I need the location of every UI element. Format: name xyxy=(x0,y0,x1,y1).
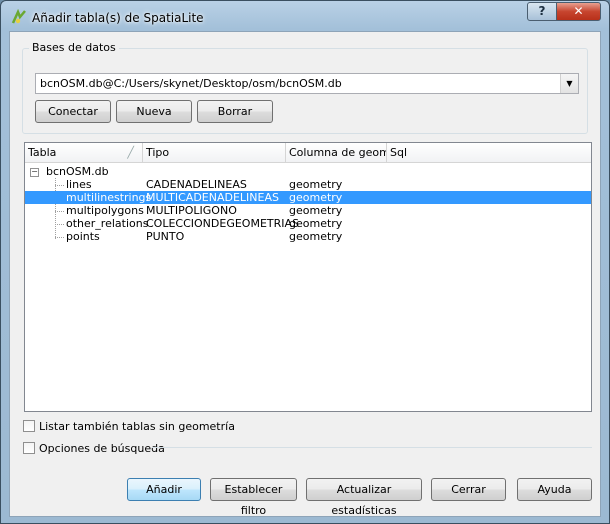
tree-header: Tabla ╱ Tipo Columna de geome Sql xyxy=(25,143,591,163)
table-type: COLECCIONDEGEOMETRIAS xyxy=(146,217,300,230)
table-type: MULTICADENADELINEAS xyxy=(146,191,279,204)
table-geometry-column: geometry xyxy=(289,230,343,243)
table-geometry-column: geometry xyxy=(289,217,343,230)
qgis-icon xyxy=(11,9,26,24)
add-button[interactable]: Añadir xyxy=(127,478,201,501)
table-row[interactable]: multipolygons MULTIPOLIGONO geometry xyxy=(25,204,591,217)
tables-tree[interactable]: Tabla ╱ Tipo Columna de geome Sql − bcnO… xyxy=(24,142,592,412)
table-name: lines xyxy=(66,178,92,191)
sort-indicator-icon: ╱ xyxy=(127,146,134,159)
list-without-geometry-checkbox[interactable] xyxy=(23,420,35,432)
window-title: Añadir tabla(s) de SpatiaLite xyxy=(32,11,204,25)
dialog-window: Añadir tabla(s) de SpatiaLite ? ✕ Bases … xyxy=(0,0,610,524)
chevron-down-icon[interactable]: ▼ xyxy=(560,74,578,93)
help-title-button[interactable]: ? xyxy=(527,2,557,21)
table-type: PUNTO xyxy=(146,230,185,243)
table-name: points xyxy=(66,230,100,243)
table-type: MULTIPOLIGONO xyxy=(146,204,237,217)
column-header-geometry[interactable]: Columna de geome xyxy=(286,143,387,162)
search-options-divider xyxy=(152,447,592,448)
connect-button[interactable]: Conectar xyxy=(35,100,111,123)
database-select-value: bcnOSM.db@C:/Users/skynet/Desktop/osm/bc… xyxy=(40,77,342,90)
root-db-name: bcnOSM.db xyxy=(46,165,109,178)
dialog-body: Bases de datos bcnOSM.db@C:/Users/skynet… xyxy=(9,31,601,517)
search-options-label[interactable]: Opciones de búsqueda xyxy=(39,442,165,455)
databases-group-label: Bases de datos xyxy=(29,41,119,54)
table-geometry-column: geometry xyxy=(289,204,343,217)
help-button[interactable]: Ayuda xyxy=(517,478,592,501)
column-header-sql[interactable]: Sql xyxy=(387,143,591,162)
table-row[interactable]: lines CADENADELINEAS geometry xyxy=(25,178,591,191)
collapse-icon[interactable]: − xyxy=(30,168,39,177)
title-bar[interactable]: Añadir tabla(s) de SpatiaLite ? ✕ xyxy=(1,1,609,31)
close-button[interactable]: Cerrar xyxy=(431,478,506,501)
table-name: multipolygons xyxy=(66,204,144,217)
table-name: multilinestrings xyxy=(66,191,152,204)
close-title-button[interactable]: ✕ xyxy=(556,2,601,21)
set-filter-button[interactable]: Establecer filtro xyxy=(210,478,297,517)
tree-root-row[interactable]: − bcnOSM.db xyxy=(25,165,591,178)
column-header-table[interactable]: Tabla ╱ xyxy=(25,143,143,162)
search-options-checkbox[interactable] xyxy=(23,442,35,454)
update-statistics-button[interactable]: Actualizar estadísticas xyxy=(306,478,422,517)
delete-button[interactable]: Borrar xyxy=(197,100,273,123)
column-header-type[interactable]: Tipo xyxy=(143,143,286,162)
new-button[interactable]: Nueva xyxy=(116,100,192,123)
table-type: CADENADELINEAS xyxy=(146,178,247,191)
table-row[interactable]: points PUNTO geometry xyxy=(25,230,591,243)
table-name: other_relations xyxy=(66,217,149,230)
table-row[interactable]: other_relations COLECCIONDEGEOMETRIAS ge… xyxy=(25,217,591,230)
table-row[interactable]: multilinestrings MULTICADENADELINEAS geo… xyxy=(25,191,591,204)
database-select[interactable]: bcnOSM.db@C:/Users/skynet/Desktop/osm/bc… xyxy=(35,73,579,94)
list-without-geometry-label[interactable]: Listar también tablas sin geometría xyxy=(39,420,235,433)
table-geometry-column: geometry xyxy=(289,191,343,204)
table-geometry-column: geometry xyxy=(289,178,343,191)
